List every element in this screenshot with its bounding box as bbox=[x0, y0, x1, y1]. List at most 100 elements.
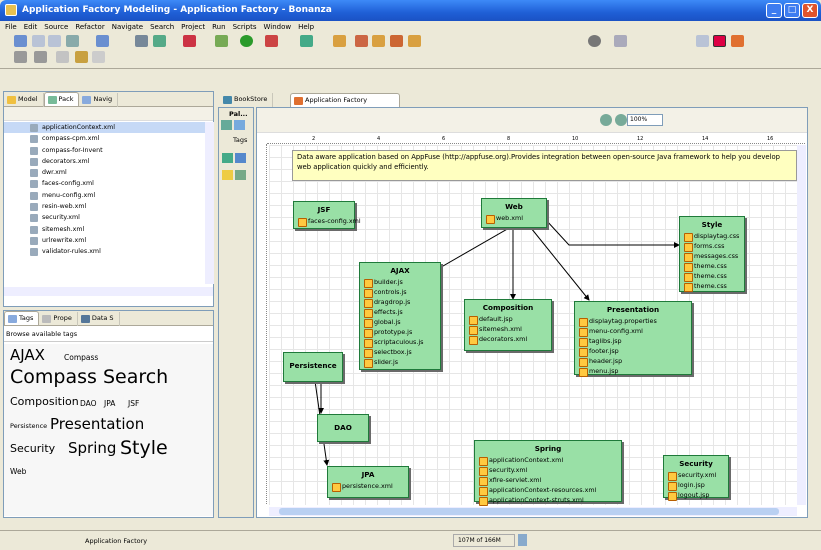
explorer-scrollbar[interactable] bbox=[205, 122, 214, 284]
node-jsf[interactable]: JSF faces-config.xml bbox=[293, 201, 361, 229]
node-item[interactable]: decorators.xml bbox=[465, 334, 551, 345]
node-item[interactable]: theme.css bbox=[680, 271, 744, 282]
diagram-hscroll-thumb[interactable] bbox=[279, 508, 779, 515]
tag-cloud-item[interactable]: Presentation bbox=[50, 417, 144, 432]
menu-project[interactable]: Project bbox=[181, 23, 205, 31]
diagram-hscrollbar[interactable] bbox=[269, 507, 797, 516]
menu-source[interactable]: Source bbox=[44, 23, 68, 31]
node-style[interactable]: Style displaytag.css forms.css messages.… bbox=[679, 216, 745, 292]
node-item[interactable]: theme.css bbox=[680, 281, 744, 292]
tag-cloud-item[interactable]: DAO bbox=[80, 400, 97, 408]
node-item[interactable]: effects.js bbox=[360, 307, 440, 318]
node-item[interactable]: xfire-servlet.xml bbox=[475, 475, 621, 486]
tree-item-file[interactable]: applicationContext.xml bbox=[4, 122, 213, 134]
tab-data[interactable]: Data S bbox=[78, 312, 120, 326]
globe-icon[interactable] bbox=[588, 35, 601, 47]
web-to-presentation-arrow[interactable] bbox=[530, 227, 590, 301]
node-item[interactable]: header.jsp bbox=[575, 356, 691, 367]
print-icon[interactable] bbox=[66, 35, 79, 47]
minimize-button[interactable]: _ bbox=[766, 3, 782, 18]
node-dao[interactable]: DAO bbox=[317, 414, 369, 442]
node-item[interactable]: persistence.xml bbox=[328, 481, 408, 492]
node-item[interactable]: slider.js bbox=[360, 357, 440, 368]
tag-cloud-item[interactable]: AJAX bbox=[10, 348, 45, 363]
select-tool-icon[interactable] bbox=[221, 120, 232, 130]
pencil-icon[interactable] bbox=[390, 35, 403, 47]
perspective-java-icon[interactable] bbox=[696, 35, 709, 47]
menu-scripts[interactable]: Scripts bbox=[233, 23, 257, 31]
node-item[interactable]: prototype.js bbox=[360, 327, 440, 338]
zoom-out-icon[interactable] bbox=[615, 114, 627, 126]
node-item[interactable]: menu-config.xml bbox=[575, 326, 691, 337]
zoom-combo[interactable]: 100% bbox=[627, 114, 663, 126]
tag-cloud-item[interactable]: Composition bbox=[10, 396, 79, 407]
user-node-icon[interactable] bbox=[235, 153, 246, 163]
node-item[interactable]: security.xml bbox=[664, 470, 728, 481]
node-item[interactable]: footer.jsp bbox=[575, 346, 691, 357]
node-item[interactable]: default.jsp bbox=[465, 314, 551, 325]
close-button[interactable]: X bbox=[802, 3, 818, 18]
node-item[interactable]: web.xml bbox=[482, 213, 546, 224]
tree-item-file[interactable]: decorators.xml bbox=[4, 156, 213, 167]
tab-prope[interactable]: Prope bbox=[39, 312, 78, 326]
tab-pack[interactable]: Pack bbox=[43, 92, 80, 106]
perspective-icon[interactable] bbox=[614, 35, 627, 47]
search-icon[interactable] bbox=[300, 35, 313, 47]
new-wizard-icon[interactable] bbox=[96, 35, 109, 47]
package-icon[interactable] bbox=[408, 35, 421, 47]
node-web[interactable]: Web web.xml bbox=[481, 198, 547, 228]
next-annotation-icon[interactable] bbox=[14, 51, 27, 63]
explorer-hscrollbar[interactable] bbox=[4, 287, 213, 296]
tag-cloud-item[interactable]: Spring bbox=[68, 441, 116, 456]
node-item[interactable]: dragdrop.js bbox=[360, 297, 440, 308]
file-node-icon[interactable] bbox=[235, 170, 246, 180]
node-persistence[interactable]: Persistence bbox=[283, 352, 343, 382]
node-item[interactable]: logout.jsp bbox=[664, 490, 728, 501]
folder-node-icon[interactable] bbox=[222, 170, 233, 180]
last-edit-icon[interactable] bbox=[56, 51, 69, 63]
node-presentation[interactable]: Presentation displaytag.properties menu-… bbox=[574, 301, 692, 377]
tab-application-factory[interactable]: Application Factory bbox=[290, 93, 400, 107]
tree-item-file[interactable]: resin-web.xml bbox=[4, 201, 213, 212]
node-item[interactable]: faces-config.xml bbox=[294, 216, 361, 227]
tab-tags[interactable]: Tags bbox=[4, 311, 40, 325]
previous-annotation-icon[interactable] bbox=[34, 51, 47, 63]
diagram-canvas[interactable]: Data aware application based on AppFuse … bbox=[269, 145, 797, 506]
debug-icon[interactable] bbox=[215, 35, 228, 47]
menu-file[interactable]: File bbox=[5, 23, 17, 31]
tree-item-file[interactable]: faces-config.xml bbox=[4, 178, 213, 189]
open-resource-icon[interactable] bbox=[153, 35, 166, 47]
node-item[interactable]: displaytag.css bbox=[680, 231, 744, 242]
node-item[interactable]: global.js bbox=[360, 317, 440, 328]
run-icon[interactable] bbox=[240, 35, 253, 47]
zoom-tool-icon[interactable] bbox=[234, 120, 245, 130]
tag-cloud-item[interactable]: Persistence bbox=[10, 423, 47, 430]
palette-tags-label[interactable]: Tags bbox=[221, 136, 247, 144]
tree-item-file[interactable]: compass-cpm.xml bbox=[4, 133, 213, 144]
node-composition[interactable]: Composition default.jsp sitemesh.xml dec… bbox=[464, 299, 552, 351]
node-item[interactable]: selectbox.js bbox=[360, 347, 440, 358]
forward-icon[interactable] bbox=[92, 51, 105, 63]
perspective-factory-icon[interactable] bbox=[731, 35, 744, 47]
node-security[interactable]: Security security.xml login.jsp logout.j… bbox=[663, 455, 729, 501]
node-item[interactable]: login.jsp bbox=[664, 480, 728, 491]
node-ajax[interactable]: AJAX builder.js controls.js dragdrop.js … bbox=[359, 262, 441, 370]
web-to-style-arrow[interactable] bbox=[545, 219, 680, 248]
tag-cloud-item[interactable]: Web bbox=[10, 468, 26, 476]
external-tools-icon[interactable] bbox=[265, 35, 278, 47]
node-item[interactable]: security.xml bbox=[475, 465, 621, 476]
node-item[interactable]: displaytag.properties bbox=[575, 316, 691, 327]
diagram-vscrollbar[interactable] bbox=[797, 145, 806, 505]
tab-navig[interactable]: Navig bbox=[79, 93, 119, 107]
open-folder-icon[interactable] bbox=[372, 35, 385, 47]
tab-bookstore[interactable]: BookStore bbox=[220, 93, 274, 107]
menu-help[interactable]: Help bbox=[298, 23, 314, 31]
node-item[interactable]: messages.css bbox=[680, 251, 744, 262]
node-item[interactable]: builder.js bbox=[360, 277, 440, 288]
maximize-button[interactable]: □ bbox=[784, 3, 800, 18]
node-item[interactable]: forms.css bbox=[680, 241, 744, 252]
tree-item-file[interactable]: compass-for-Invent bbox=[4, 145, 213, 156]
tag-cloud-item[interactable]: Security bbox=[10, 443, 55, 454]
node-item[interactable]: applicationContext.xml bbox=[475, 455, 621, 466]
node-jpa[interactable]: JPA persistence.xml bbox=[327, 466, 409, 498]
